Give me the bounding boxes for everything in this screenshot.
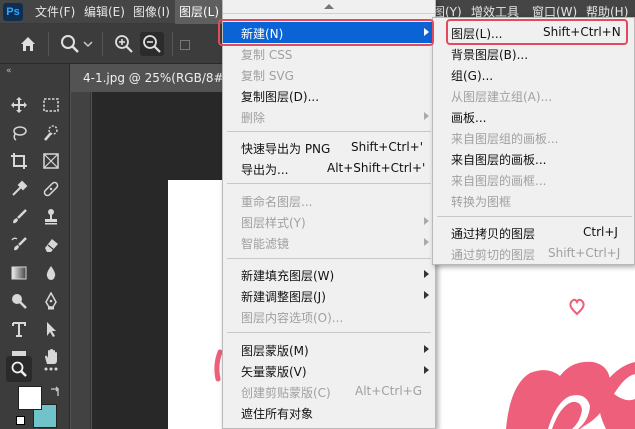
zoom-tool-icon[interactable] — [6, 356, 32, 382]
blur-icon[interactable] — [38, 260, 64, 286]
annotation-box-new — [218, 19, 434, 46]
submenu-item-layer-via-cut: 通过剪切的图层 Shift+Ctrl+J — [451, 246, 621, 262]
menu-layer[interactable]: 图层(L) — [175, 0, 224, 24]
menu-item-copy-css: 复制 CSS — [241, 48, 293, 62]
marquee-icon[interactable] — [38, 92, 64, 118]
submenu-item-artboard[interactable]: 画板... — [433, 106, 634, 127]
brush-icon[interactable] — [6, 204, 32, 230]
crop-icon[interactable] — [6, 148, 32, 174]
pen-icon[interactable] — [38, 288, 64, 314]
healing-icon[interactable] — [38, 176, 64, 202]
resize-windows-checkbox[interactable] — [180, 40, 190, 50]
home-icon[interactable] — [16, 32, 40, 56]
submenu-item-group[interactable]: 组(G)... — [433, 64, 634, 85]
document-tab-title: 4-1.jpg @ 25%(RGB/8#) — [83, 71, 229, 85]
default-colors-icon[interactable] — [16, 416, 25, 425]
menu-item-layer-content-options: 图层内容选项(O)... — [241, 311, 344, 325]
eyedropper-icon[interactable] — [6, 176, 32, 202]
submenu-item-artboard-from-group: 来自图层组的画板... — [451, 132, 559, 146]
menu-item-layer-style: 图层样式(Y) — [223, 211, 435, 232]
frame-icon[interactable] — [38, 148, 64, 174]
quick-select-icon[interactable] — [38, 120, 64, 146]
submenu-item-group-from-layers: 从图层建立组(A)... — [451, 90, 553, 104]
zoom-in-icon[interactable] — [112, 32, 136, 56]
menu-item-export-as[interactable]: 导出为... Alt+Shift+Ctrl+' — [223, 158, 435, 179]
vertical-ruler — [71, 92, 91, 429]
menu-item-delete: 删除 — [223, 106, 435, 127]
menu-item-layer-mask[interactable]: 图层蒙版(M) — [223, 339, 435, 360]
move-icon[interactable] — [6, 92, 32, 118]
menu-edit[interactable]: 编辑(E) — [80, 0, 129, 24]
menu-item-mask-all-objects[interactable]: 遮住所有对象 — [223, 402, 435, 423]
new-submenu: 图层(L)... Shift+Ctrl+N 背景图层(B)... 组(G)... … — [432, 17, 635, 265]
swap-icon[interactable] — [48, 386, 62, 400]
submenu-item-artboard-from-layers[interactable]: 来自图层的画板... — [433, 148, 634, 169]
menu-scroll-up[interactable] — [223, 0, 435, 14]
photoshop-window: Ps 文件(F) 编辑(E) 图像(I) 图层(L) 图(Y) 增效工具 窗口(… — [0, 0, 635, 429]
stamp-icon[interactable] — [38, 204, 64, 230]
menu-item-create-clipping-mask: 创建剪贴蒙版(C) Alt+Ctrl+G — [241, 384, 423, 400]
type-icon[interactable] — [6, 316, 32, 342]
menu-item-duplicate-layer[interactable]: 复制图层(D)... — [223, 85, 435, 106]
zoom-icon[interactable] — [58, 32, 82, 56]
foreground-color-swatch[interactable] — [18, 386, 42, 410]
menu-item-new-fill-layer[interactable]: 新建填充图层(W) — [223, 264, 435, 285]
chevron-down-icon[interactable] — [82, 32, 94, 56]
heart-icon — [569, 298, 585, 316]
collapse-icon[interactable]: « — [6, 66, 12, 76]
submenu-item-background-layer[interactable]: 背景图层(B)... — [433, 43, 634, 64]
menu-item-new-adjustment-layer[interactable]: 新建调整图层(J) — [223, 285, 435, 306]
menu-item-copy-svg: 复制 SVG — [241, 69, 294, 83]
lasso-icon[interactable] — [6, 120, 32, 146]
menu-item-quick-export-png[interactable]: 快速导出为 PNG Shift+Ctrl+' — [223, 137, 435, 158]
layer-menu: 新建(N) 复制 CSS 复制 SVG 复制图层(D)... 删除 快速导出为 … — [222, 0, 436, 429]
submenu-item-frame-from-layers: 来自图层的画框... — [451, 174, 547, 188]
zoom-out-icon[interactable] — [140, 32, 164, 56]
submenu-item-layer-via-copy[interactable]: 通过拷贝的图层 Ctrl+J — [433, 222, 634, 243]
eraser-icon[interactable] — [38, 232, 64, 258]
path-select-icon[interactable] — [38, 316, 64, 342]
gradient-icon[interactable] — [6, 260, 32, 286]
history-brush-icon[interactable] — [6, 232, 32, 258]
menu-file[interactable]: 文件(F) — [31, 0, 79, 24]
annotation-box-layer — [446, 19, 628, 45]
menu-item-vector-mask[interactable]: 矢量蒙版(V) — [223, 360, 435, 381]
menu-item-rename-layer: 重命名图层... — [241, 195, 313, 209]
submenu-item-convert-to-frame: 转换为图框 — [451, 195, 512, 209]
menu-item-smart-filter: 智能滤镜 — [223, 232, 435, 253]
app-logo: Ps — [3, 3, 23, 21]
tools-panel: « — [0, 64, 70, 429]
more-icon[interactable] — [38, 356, 64, 382]
menu-image[interactable]: 图像(I) — [129, 0, 174, 24]
dodge-icon[interactable] — [6, 288, 32, 314]
